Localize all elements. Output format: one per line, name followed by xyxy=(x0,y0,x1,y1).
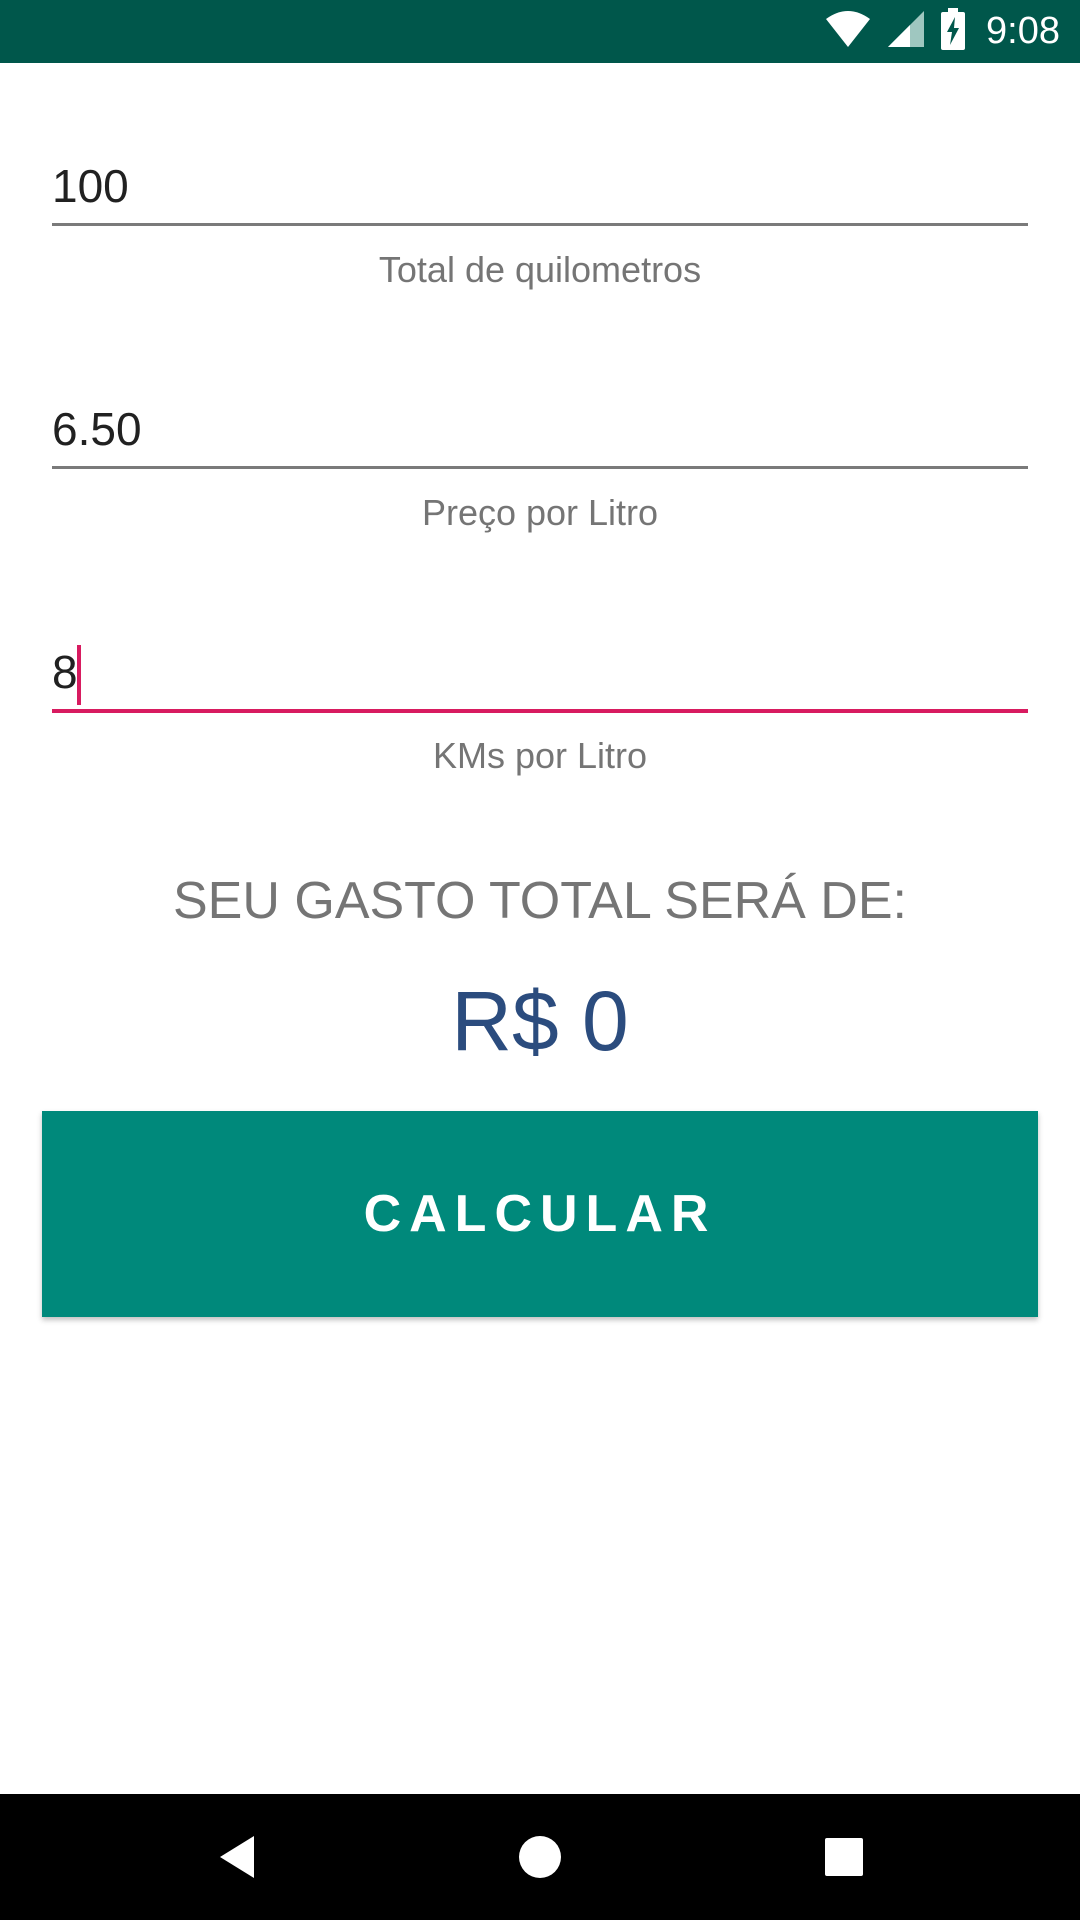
battery-charging-icon xyxy=(940,8,966,55)
status-time: 9:08 xyxy=(986,10,1060,52)
total-cost-value: R$ 0 xyxy=(451,974,629,1068)
km-per-liter-label: KMs por Litro xyxy=(432,735,648,776)
total-cost-heading: SEU GASTO TOTAL SERÁ DE: xyxy=(173,872,907,930)
home-icon[interactable] xyxy=(460,1794,620,1920)
text-cursor xyxy=(77,645,81,705)
calculate-button[interactable]: CALCULAR xyxy=(42,1111,1038,1317)
km-per-liter-input[interactable] xyxy=(52,639,1028,705)
total-km-field[interactable] xyxy=(52,153,1028,226)
km-per-liter-field[interactable] xyxy=(52,639,1028,713)
status-bar: 9:08 xyxy=(0,0,1080,63)
calculator-screen: Total de quilometros Preço por Litro KMs… xyxy=(0,63,1080,1794)
status-icons: 9:08 xyxy=(824,0,1060,63)
cell-signal-icon xyxy=(886,9,926,54)
total-km-underline xyxy=(52,223,1028,226)
recents-icon[interactable] xyxy=(764,1794,924,1920)
km-per-liter-underline xyxy=(52,709,1028,713)
total-km-input[interactable] xyxy=(52,153,1028,219)
price-per-liter-underline xyxy=(52,466,1028,469)
price-per-liter-field[interactable] xyxy=(52,396,1028,469)
price-per-liter-label: Preço por Litro xyxy=(421,492,659,533)
total-km-label: Total de quilometros xyxy=(378,249,702,290)
price-per-liter-input[interactable] xyxy=(52,396,1028,462)
navigation-bar xyxy=(0,1794,1080,1920)
back-icon[interactable] xyxy=(156,1794,316,1920)
wifi-icon xyxy=(824,9,872,54)
